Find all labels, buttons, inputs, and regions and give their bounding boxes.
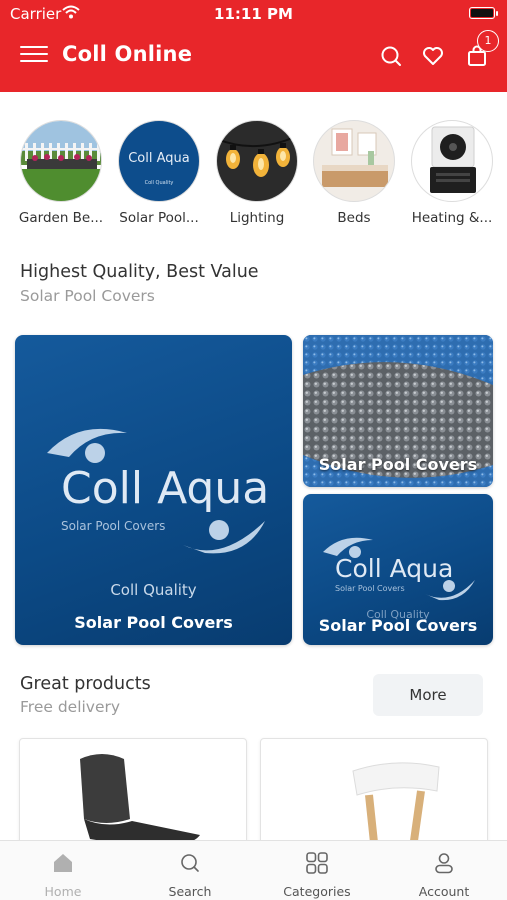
cart-count-badge: 1 [477,30,499,52]
category-image [216,120,298,202]
search-icon [181,854,199,872]
tab-account[interactable]: Account [381,841,507,900]
tab-search[interactable]: Search [127,841,253,900]
banner-label: Solar Pool Covers [74,613,233,632]
user-icon [435,853,453,874]
logo-subtext: Solar Pool Covers [335,584,405,593]
status-bar: Carrier 11:11 PM [0,0,507,28]
tab-label: Search [168,884,212,899]
tab-categories[interactable]: Categories [254,841,380,900]
logo-subtext: Solar Pool Covers [61,519,166,533]
tab-home[interactable]: Home [0,841,126,900]
bottom-tab-bar: Home Search Categories Account [0,840,507,900]
banner-solar-pool-main[interactable]: Coll Aqua Solar Pool Covers Coll Quality… [15,335,292,645]
category-label: Garden Be... [18,210,104,226]
banner-solar-pool-logo[interactable]: Coll Aqua Solar Pool Covers Coll Quality… [303,494,493,645]
section-subtitle: Free delivery [20,698,121,716]
banner-label: Solar Pool Covers [318,616,478,635]
category-label: Lighting [229,210,285,226]
category-label: Solar Pool... [119,210,199,226]
quality-text: Coll Quality [110,581,197,599]
section-subtitle: Solar Pool Covers [20,287,155,305]
tab-label: Home [44,884,82,899]
category-heating[interactable]: Heating &... [403,120,501,226]
category-image [20,120,102,202]
battery-icon [469,7,498,19]
category-image [411,120,493,202]
section-title: Highest Quality, Best Value [20,262,259,282]
category-beds[interactable]: Beds [305,120,403,226]
category-garden-beds[interactable]: Garden Be... [12,120,110,226]
banner-solar-pool-texture[interactable]: Solar Pool Covers [303,335,493,487]
grid-icon [306,852,328,874]
home-icon [54,854,72,872]
category-image: Coll Aqua Coll Quality [118,120,200,202]
tab-label: Account [418,884,470,899]
app-title: Coll Online [62,42,193,66]
search-icon[interactable] [379,44,403,68]
heart-icon[interactable] [421,44,445,68]
category-label: Heating &... [411,210,493,226]
banner-label: Solar Pool Covers [318,455,478,474]
clock: 11:11 PM [214,5,293,23]
category-solar-pool[interactable]: Coll Aqua Coll Quality Solar Pool... [110,120,208,226]
logo-text: Coll Aqua [335,554,454,583]
logo-text: Coll Aqua [61,463,270,514]
category-carousel: Garden Be... Coll Aqua Coll Quality Sola… [0,120,507,230]
category-label: Beds [337,210,371,226]
section-title: Great products [20,674,151,694]
logo-text: Coll Aqua [128,151,190,166]
app-header: Carrier 11:11 PM Coll Online 1 [0,0,507,92]
tab-label: Categories [283,884,351,899]
category-lighting[interactable]: Lighting [208,120,306,226]
logo-subtext: Coll Quality [144,180,174,186]
category-image [313,120,395,202]
more-button[interactable]: More [373,674,483,716]
hamburger-menu-icon[interactable] [20,43,48,65]
